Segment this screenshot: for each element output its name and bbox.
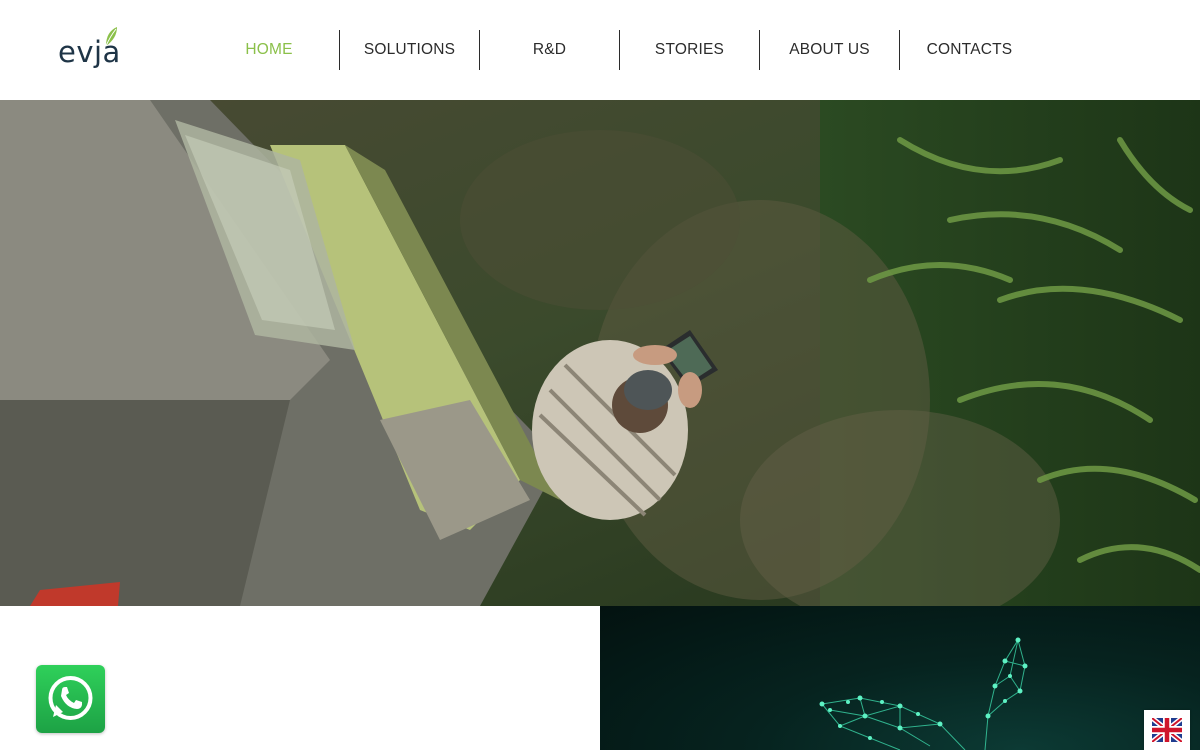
site-header: evja HOME SOLUTIONS R&D STORIES ABOUT US… [0,0,1200,100]
whatsapp-button[interactable] [36,665,105,733]
nav-item-about-us[interactable]: ABOUT US [759,30,899,70]
hero-illustration [0,100,1200,606]
language-selector[interactable] [1144,710,1190,750]
nav-item-home[interactable]: HOME [199,30,339,70]
nav-item-stories[interactable]: STORIES [619,30,759,70]
evja-logo[interactable]: evja [58,26,138,76]
leaf-icon [105,27,117,47]
nav-item-rd[interactable]: R&D [479,30,619,70]
hero-image [0,100,1200,606]
whatsapp-icon [48,676,93,720]
digital-plant-illustration [819,637,1028,750]
nav-item-solutions[interactable]: SOLUTIONS [339,30,479,70]
nav-item-contacts[interactable]: CONTACTS [899,30,1039,70]
uk-flag-icon [1152,718,1182,742]
network-plant-panel [600,606,1200,750]
main-nav: HOME SOLUTIONS R&D STORIES ABOUT US CONT… [199,30,1039,70]
